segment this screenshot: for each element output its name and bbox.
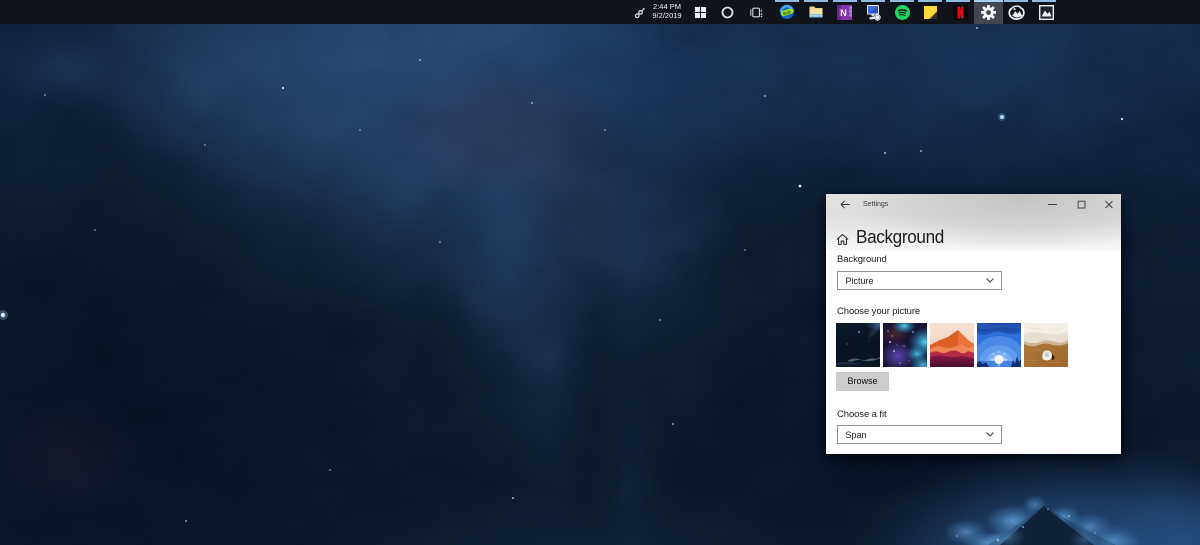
svg-text:N: N	[840, 8, 847, 18]
